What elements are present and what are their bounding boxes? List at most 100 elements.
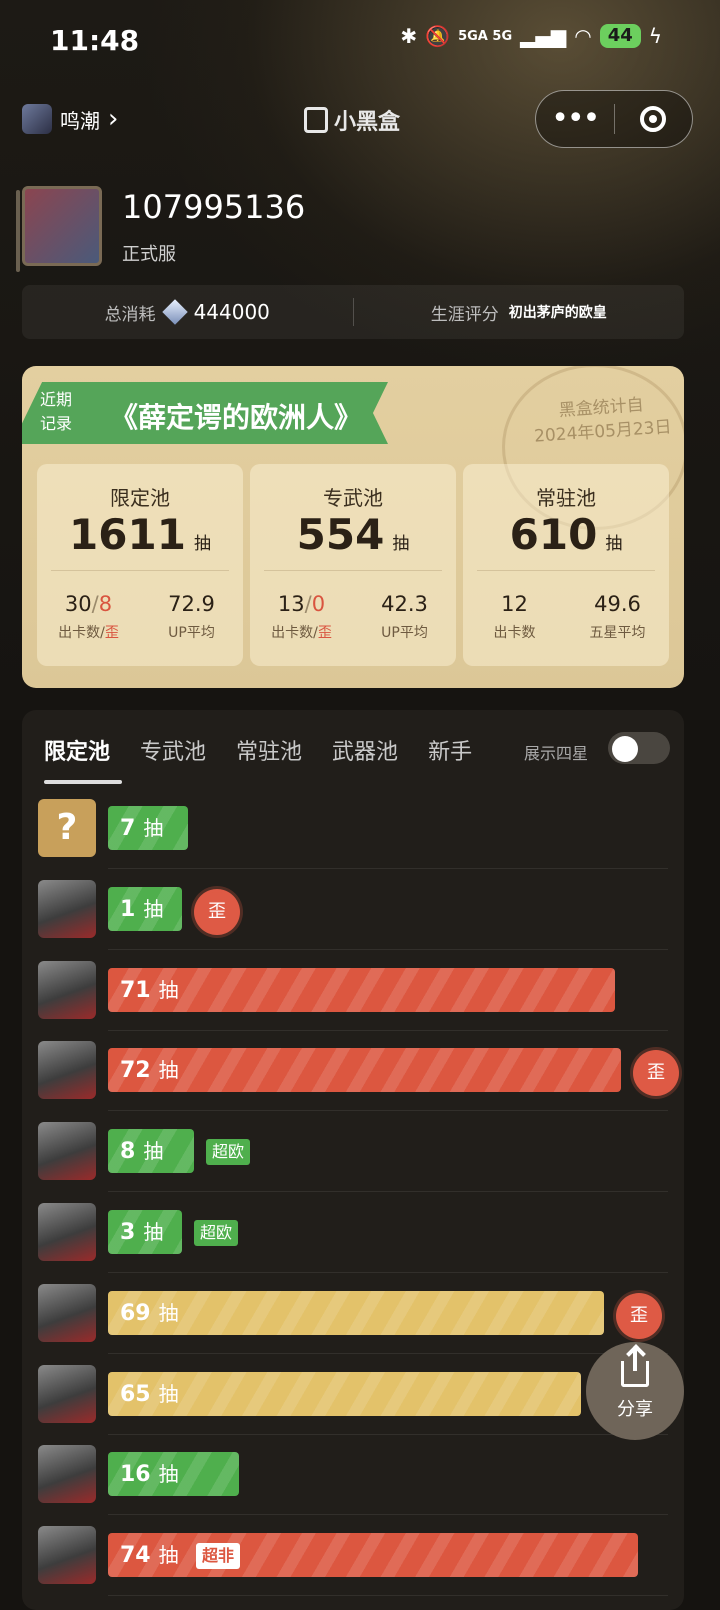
pull-count-bar: 16 抽: [108, 1452, 239, 1497]
pull-row[interactable]: 3 抽 超欧: [38, 1193, 678, 1273]
pull-row[interactable]: 65 抽: [38, 1355, 678, 1435]
profile-accent-bar: [16, 190, 20, 272]
pool-stat-cards: 13/0 出卡数/歪: [250, 592, 353, 642]
avatar[interactable]: [22, 186, 102, 266]
pool-count-value: 554: [296, 510, 385, 559]
cards-count: 13: [277, 592, 305, 616]
pull-count-label: 16 抽: [120, 1452, 179, 1497]
average-value: 49.6: [594, 592, 641, 616]
pull-count-label: 8抽: [120, 1129, 163, 1174]
tab-limited[interactable]: 限定池: [44, 734, 110, 766]
summary-bar: 总消耗 444000 生涯评分 初出茅庐的欧皇: [22, 285, 684, 339]
close-ring-icon: [640, 106, 667, 132]
character-avatar: [38, 1526, 96, 1585]
off-rate-count: 0: [311, 592, 326, 616]
pool-name: 专武池: [323, 486, 383, 510]
tab-weapon-standard[interactable]: 武器池: [332, 734, 398, 766]
pull-count-bar: 1抽: [108, 886, 182, 931]
pull-row[interactable]: 74 抽超非: [38, 1516, 678, 1597]
wifi-icon: ◠: [574, 24, 592, 48]
pull-count-label: 72 抽: [120, 1048, 179, 1093]
character-avatar: [38, 1364, 96, 1423]
pull-count-bar: 65 抽: [108, 1371, 581, 1417]
pull-count-bar: 72 抽: [108, 1048, 621, 1093]
pool-standard[interactable]: 常驻池 610 抽 12 出卡数 49.6 五星平均: [463, 464, 669, 666]
record-title: 《薛定谔的欧洲人》: [110, 401, 363, 434]
pull-count-bar: 7抽: [108, 806, 188, 850]
share-button[interactable]: 分享: [586, 1342, 684, 1440]
recent-tag-line1: 近期: [40, 390, 73, 409]
lucky-tag: 超欧: [206, 1139, 251, 1166]
pull-row[interactable]: ? 7 抽: [38, 789, 678, 869]
status-icons: ✱ 🔕 5GA 5G ▂▄▆ ◠ 44 ϟ: [400, 24, 662, 48]
pull-count-value: 16: [120, 1462, 151, 1488]
character-avatar: [38, 960, 96, 1019]
pool-count: 1611 抽: [37, 510, 243, 559]
close-button[interactable]: [615, 106, 693, 132]
average-value: 42.3: [381, 592, 428, 616]
share-label: 分享: [617, 1399, 653, 1420]
pull-count-bar: 8抽: [108, 1129, 194, 1174]
tab-standard[interactable]: 常驻池: [236, 734, 302, 766]
show-four-star-label: 展示四星: [524, 744, 589, 763]
pull-count-bar: 74 抽: [108, 1533, 638, 1578]
pull-count-bar: 69 抽: [108, 1290, 604, 1335]
pool-weapon[interactable]: 专武池 554 抽 13/0 出卡数/歪 42.3 UP平均: [250, 464, 456, 666]
mute-icon: 🔕: [425, 24, 451, 48]
pull-count-unit: 抽: [143, 1220, 164, 1244]
pull-count-label: 74 抽: [120, 1533, 179, 1578]
pool-limited[interactable]: 限定池 1611 抽 30/8 出卡数/歪 72.9 UP平均: [37, 464, 243, 666]
character-avatar: [38, 1203, 96, 1261]
tab-beginner[interactable]: 新手: [428, 734, 472, 766]
cards-count: 12: [501, 592, 528, 616]
pull-row[interactable]: 16 抽: [38, 1435, 678, 1516]
active-tab-indicator: [44, 780, 122, 784]
pool-stat-average: 49.6 五星平均: [566, 592, 669, 642]
tab-weapon[interactable]: 专武池: [140, 734, 206, 766]
pool-count-unit: 抽: [193, 534, 211, 554]
share-icon: [621, 1347, 649, 1387]
career-score: 生涯评分 初出茅庐的欧皇: [354, 300, 685, 325]
total-value: 444000: [193, 300, 270, 324]
character-avatar: [38, 879, 96, 938]
pull-count-value: 72: [120, 1058, 151, 1084]
pool-count: 554 抽: [250, 510, 456, 559]
pull-count-label: 65 抽: [120, 1372, 179, 1417]
toggle-knob: [612, 736, 638, 762]
game-switcher[interactable]: 鸣潮 ›: [22, 104, 118, 134]
pull-count-bar: 3抽: [108, 1210, 182, 1254]
pull-row[interactable]: 8 抽 超欧: [38, 1112, 678, 1193]
pool-divider: [51, 570, 229, 571]
chevron-right-icon: ›: [108, 104, 119, 134]
pull-count-unit: 抽: [143, 1139, 164, 1164]
pull-count-value: 1: [120, 896, 136, 922]
pull-count-unit: 抽: [158, 1381, 179, 1406]
career-value: 初出茅庐的欧皇: [508, 305, 607, 321]
pool-count-value: 610: [509, 510, 598, 559]
pull-count-value: 69: [120, 1300, 151, 1326]
pull-row[interactable]: 69 抽 歪: [38, 1274, 678, 1354]
pool-count-value: 1611: [69, 510, 186, 559]
off-banner-badge: 歪: [633, 1050, 679, 1097]
character-avatar: [38, 1041, 96, 1100]
status-time: 11:48: [50, 24, 140, 57]
average-value: 72.9: [168, 592, 215, 616]
pull-row[interactable]: 71 抽: [38, 951, 678, 1031]
pull-row[interactable]: 1抽歪: [38, 870, 678, 950]
unknown-character-icon: ?: [38, 799, 96, 857]
off-banner-badge: 歪: [616, 1292, 662, 1339]
heybox-logo-icon: [304, 107, 328, 133]
user-id: 107995136: [122, 188, 306, 226]
stamp-text: 黑盒统计自 2024年05月23日: [530, 391, 673, 449]
total-label: 总消耗: [104, 304, 156, 325]
pull-row[interactable]: 72 抽 歪: [38, 1031, 679, 1112]
average-label: UP平均: [381, 625, 428, 641]
astrite-icon: [161, 299, 188, 325]
off-banner-badge: 歪: [194, 888, 240, 935]
pull-count-value: 74: [120, 1543, 151, 1569]
career-label: 生涯评分: [430, 304, 499, 325]
more-button[interactable]: •••: [536, 104, 614, 134]
off-rate-label: 歪: [317, 625, 332, 641]
stat-separator: /: [304, 592, 312, 616]
pool-tabs: 限定池 专武池 常驻池 武器池 新手: [44, 734, 472, 766]
